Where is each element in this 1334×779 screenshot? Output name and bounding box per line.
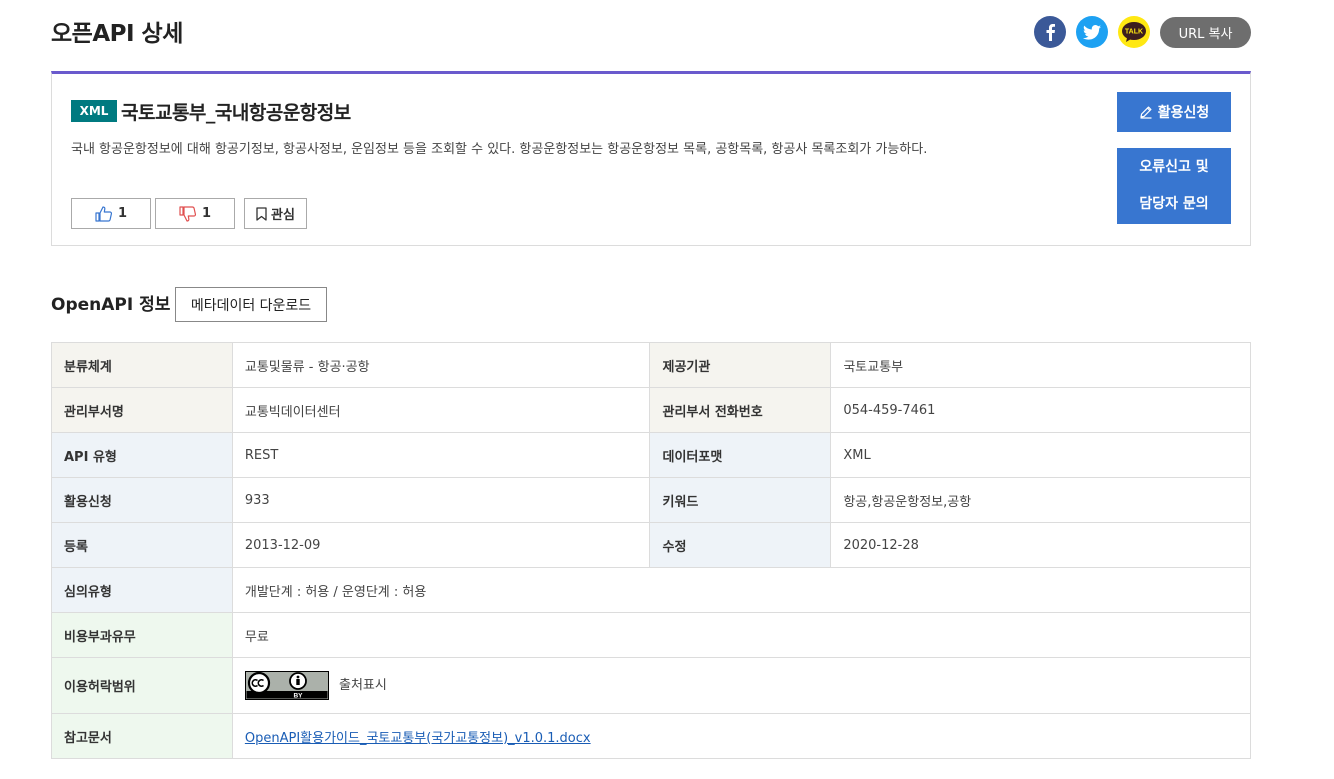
url-copy-button[interactable]: URL 복사: [1160, 16, 1251, 48]
api-detail-box: XML 국토교통부_국내항공운항정보 국내 항공운항정보에 대해 항공기정보, …: [51, 71, 1251, 246]
table-row: 참고문서 OpenAPI활용가이드_국토교통부(국가교통정보)_v1.0.1.d…: [51, 713, 1252, 759]
dept-value: 교통빅데이터센터: [231, 387, 651, 433]
license-label: 이용허락범위: [51, 657, 233, 714]
cc-by-license-icon: BY: [244, 671, 329, 700]
api-type-label: API 유형: [51, 432, 233, 478]
license-cell: BY 출처표시: [231, 657, 1252, 714]
doc-label: 참고문서: [51, 713, 233, 759]
share-bar: TALK URL 복사: [1034, 16, 1251, 48]
apply-button[interactable]: 활용신청: [1117, 92, 1231, 132]
mod-date-label: 수정: [649, 522, 832, 568]
table-row: 등록 2013-12-09 수정 2020-12-28: [51, 522, 1251, 568]
twitter-share-button[interactable]: [1076, 16, 1108, 48]
table-row: 비용부과유무 무료: [51, 612, 1252, 658]
reg-date-value: 2013-12-09: [231, 522, 651, 568]
mod-date-value: 2020-12-28: [830, 522, 1251, 568]
phone-value: 054-459-7461: [830, 387, 1251, 433]
reg-date-label: 등록: [51, 522, 233, 568]
table-row: 분류체계 교통및물류 - 항공·공항 제공기관 국토교통부: [51, 342, 1251, 388]
section-title: OpenAPI 정보: [51, 295, 171, 315]
report-label-line2: 담당자 문의: [1139, 196, 1209, 212]
format-label: 데이터포맷: [649, 432, 832, 478]
format-badge: XML: [71, 100, 117, 122]
apply-count-label: 활용신청: [51, 477, 233, 523]
report-inquiry-button[interactable]: 오류신고 및 담당자 문의: [1117, 148, 1231, 224]
review-type-label: 심의유형: [51, 567, 233, 613]
dept-label: 관리부서명: [51, 387, 233, 433]
cc-by-text: BY: [293, 693, 303, 700]
table-row: 심의유형 개발단계 : 허용 / 운영단계 : 허용: [51, 567, 1252, 613]
api-description: 국내 항공운항정보에 대해 항공기정보, 항공사정보, 운임정보 등을 조회할 …: [71, 142, 928, 157]
phone-label: 관리부서 전화번호: [649, 387, 832, 433]
doc-cell: OpenAPI활용가이드_국토교통부(국가교통정보)_v1.0.1.docx: [231, 713, 1252, 759]
format-value: XML: [830, 432, 1251, 478]
reference-doc-link[interactable]: OpenAPI활용가이드_국토교통부(국가교통정보)_v1.0.1.docx: [245, 731, 591, 746]
review-type-value: 개발단계 : 허용 / 운영단계 : 허용: [231, 567, 1252, 613]
favorite-label: 관심: [271, 208, 295, 223]
kakaotalk-share-button[interactable]: TALK: [1118, 16, 1150, 48]
api-title: 국토교통부_국내항공운항정보: [121, 102, 351, 124]
provider-label: 제공기관: [649, 342, 832, 388]
dislike-button[interactable]: 1: [155, 198, 235, 229]
like-count: 1: [117, 206, 128, 221]
category-label: 분류체계: [51, 342, 233, 388]
twitter-icon: [1083, 24, 1101, 40]
favorite-button[interactable]: 관심: [244, 198, 307, 229]
keyword-label: 키워드: [649, 477, 832, 523]
like-button[interactable]: 1: [71, 198, 151, 229]
pencil-icon: [1140, 106, 1152, 119]
keyword-value: 항공,항공운항정보,공항: [830, 477, 1251, 523]
dislike-count: 1: [201, 206, 212, 221]
api-type-value: REST: [231, 432, 651, 478]
table-row: API 유형 REST 데이터포맷 XML: [51, 432, 1251, 478]
license-value: 출처표시: [339, 678, 387, 693]
openapi-info-table: 분류체계 교통및물류 - 항공·공항 제공기관 국토교통부 관리부서명 교통빅데…: [51, 342, 1252, 759]
kakao-talk-text: TALK: [1125, 29, 1143, 36]
facebook-icon: [1046, 24, 1055, 41]
apply-label: 활용신청: [1157, 105, 1210, 121]
page-title: 오픈API 상세: [51, 21, 183, 47]
apply-count-value: 933: [231, 477, 651, 523]
table-row: 관리부서명 교통빅데이터센터 관리부서 전화번호 054-459-7461: [51, 387, 1251, 433]
thumbs-down-icon: [179, 205, 196, 222]
table-row: 활용신청 933 키워드 항공,항공운항정보,공항: [51, 477, 1251, 523]
report-label-line1: 오류신고 및: [1139, 159, 1209, 175]
category-value: 교통및물류 - 항공·공항: [231, 342, 651, 388]
table-row: 이용허락범위 BY 출처표시: [51, 657, 1252, 714]
facebook-share-button[interactable]: [1034, 16, 1066, 48]
provider-value: 국토교통부: [830, 342, 1251, 388]
kakaotalk-icon: TALK: [1122, 22, 1146, 42]
bookmark-icon: [256, 206, 267, 221]
fee-label: 비용부과유무: [51, 612, 233, 658]
thumbs-up-icon: [95, 205, 112, 222]
fee-value: 무료: [231, 612, 1252, 658]
metadata-download-button[interactable]: 메타데이터 다운로드: [175, 287, 327, 322]
